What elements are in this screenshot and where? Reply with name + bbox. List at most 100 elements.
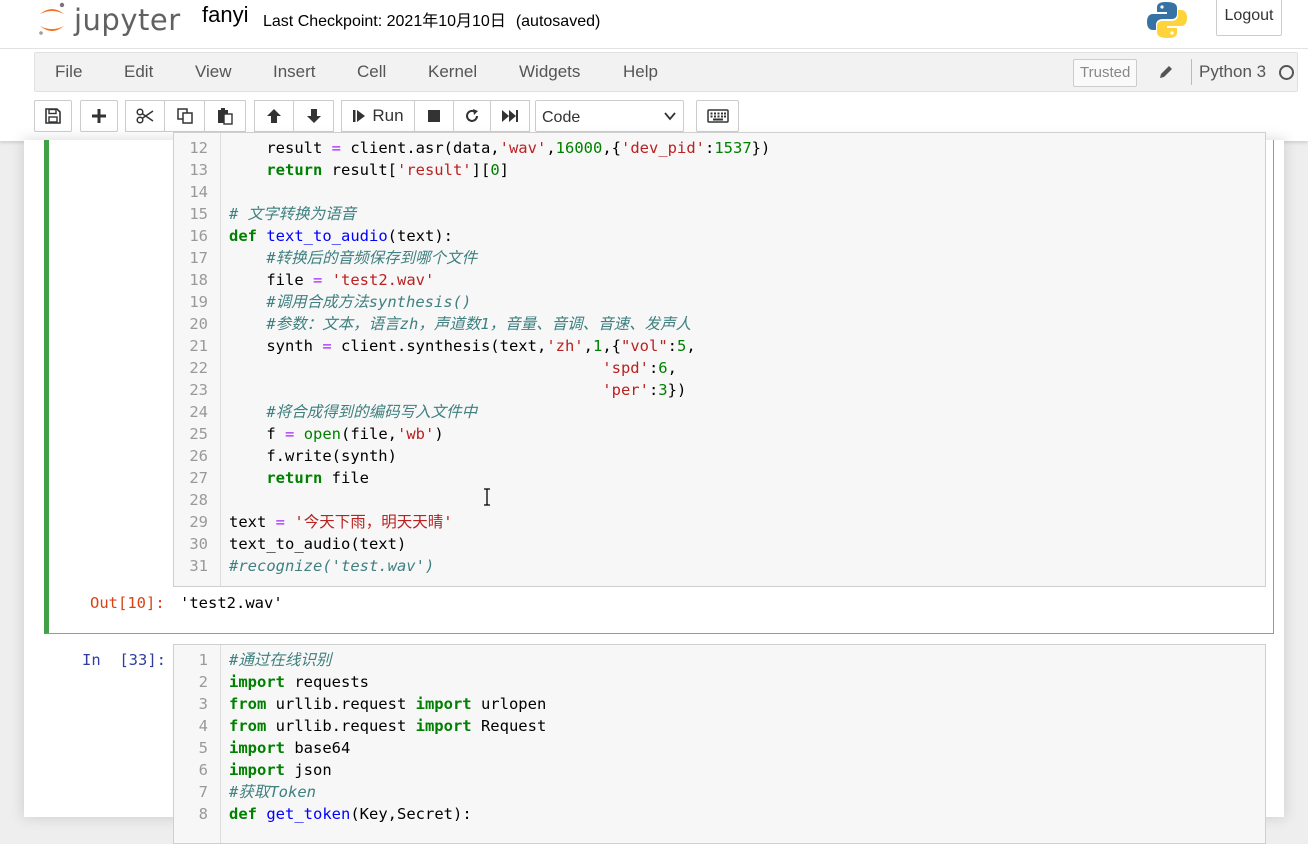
checkpoint-text: Last Checkpoint: 2021年10月10日 <box>263 13 506 30</box>
code-text: import json <box>229 761 332 779</box>
line-number: 6 <box>198 761 208 779</box>
code-text: #通过在线识别 <box>229 651 332 669</box>
paste-button[interactable] <box>204 100 246 132</box>
line-number: 2 <box>198 673 208 691</box>
code-text: f.write(synth) <box>229 447 397 465</box>
line-number: 14 <box>189 183 208 201</box>
autosave-status: (autosaved) <box>515 13 601 30</box>
save-button[interactable] <box>34 100 72 132</box>
menu-help[interactable]: Help <box>623 53 658 91</box>
plus-icon <box>92 109 106 123</box>
move-up-button[interactable] <box>254 100 294 132</box>
line-number: 23 <box>189 381 208 399</box>
jupyter-logo-text: jupyter <box>74 3 181 37</box>
output-text: 'test2.wav' <box>180 594 283 612</box>
code-text: synth = client.synthesis(text,'zh',1,{"v… <box>229 337 696 355</box>
code-text: #参数：文本，语言zh，声道数1，音量、音调、音速、发声人 <box>266 315 692 333</box>
line-number: 21 <box>189 337 208 355</box>
line-number: 26 <box>189 447 208 465</box>
code-text: #转换后的音频保存到哪个文件 <box>266 249 478 267</box>
code-editor-cell-10[interactable]: 12 result = client.asr(data,'wav',16000,… <box>173 132 1266 587</box>
line-number: 8 <box>198 805 208 823</box>
notebook-name[interactable]: fanyi <box>202 2 248 28</box>
paste-icon <box>218 108 233 125</box>
code-text: #获取Token <box>229 783 316 801</box>
arrow-down-icon <box>306 109 321 123</box>
code-text: 'per':3}) <box>602 381 687 399</box>
menu-widgets[interactable]: Widgets <box>519 53 580 91</box>
line-number: 13 <box>189 161 208 179</box>
restart-icon <box>466 109 478 122</box>
code-text: result = client.asr(data,'wav',16000,{'d… <box>229 139 771 157</box>
output-prompt: Out[10]: <box>90 594 165 612</box>
menu-kernel[interactable]: Kernel <box>428 53 477 91</box>
line-number: 7 <box>198 783 208 801</box>
logout-button[interactable]: Logout <box>1216 0 1282 36</box>
line-number: 12 <box>189 139 208 157</box>
fast-forward-icon <box>502 110 518 122</box>
code-text: 'spd':6, <box>602 359 677 377</box>
save-icon <box>45 108 61 124</box>
jupyter-logo[interactable]: jupyter <box>36 0 181 40</box>
code-text: from urllib.request import urlopen <box>229 695 547 713</box>
menubar: File Edit View Insert Cell Kernel Widget… <box>34 52 1298 92</box>
menu-file[interactable]: File <box>55 53 82 91</box>
stop-icon <box>428 110 440 122</box>
chevron-down-icon <box>664 112 676 121</box>
copy-button[interactable] <box>164 100 205 132</box>
kernel-separator <box>1191 59 1192 85</box>
line-number: 22 <box>189 359 208 377</box>
arrow-up-icon <box>267 109 281 123</box>
restart-button[interactable] <box>453 100 491 132</box>
move-down-button[interactable] <box>293 100 334 132</box>
line-number: 24 <box>189 403 208 421</box>
line-number: 29 <box>189 513 208 531</box>
python-logo-icon <box>1147 2 1187 38</box>
run-label: Run <box>372 106 404 125</box>
code-text: # 文字转换为语音 <box>229 205 357 223</box>
cell-type-select[interactable]: Code <box>535 100 684 132</box>
keyboard-icon <box>706 109 729 123</box>
restart-run-all-button[interactable] <box>490 100 530 132</box>
cut-icon <box>136 108 154 124</box>
code-text: #将合成得到的编码写入文件中 <box>266 403 478 421</box>
line-number: 4 <box>198 717 208 735</box>
menu-edit[interactable]: Edit <box>124 53 153 91</box>
menu-insert[interactable]: Insert <box>273 53 316 91</box>
code-editor-cell-33[interactable]: 1 #通过在线识别 2 import requests 3 from urllib.req… <box>173 644 1266 844</box>
header: jupyter fanyi Last Checkpoint: 2021年10月1… <box>0 0 1308 48</box>
line-number: 27 <box>189 469 208 487</box>
code-text: file = 'test2.wav' <box>229 271 435 289</box>
cell-type-value: Code <box>542 109 581 126</box>
line-number: 19 <box>189 293 208 311</box>
menu-cell[interactable]: Cell <box>357 53 386 91</box>
menu-view[interactable]: View <box>195 53 232 91</box>
line-number: 25 <box>189 425 208 443</box>
copy-icon <box>176 108 193 124</box>
kernel-name[interactable]: Python 3 <box>1199 53 1266 91</box>
code-text: f = open(file,'wb') <box>229 425 444 443</box>
code-text: def get_token(Key,Secret): <box>229 805 472 823</box>
line-number: 18 <box>189 271 208 289</box>
interrupt-button[interactable] <box>414 100 454 132</box>
cut-button[interactable] <box>125 100 165 132</box>
line-number: 5 <box>198 739 208 757</box>
trusted-indicator[interactable]: Trusted <box>1073 59 1138 87</box>
pencil-icon[interactable] <box>1157 63 1175 81</box>
command-palette-button[interactable] <box>696 100 739 132</box>
kernel-idle-icon <box>1279 65 1294 80</box>
code-text: return file <box>266 469 369 487</box>
line-number: 31 <box>189 557 208 575</box>
insert-cell-button[interactable] <box>80 100 118 132</box>
line-number: 20 <box>189 315 208 333</box>
line-number: 17 <box>189 249 208 267</box>
checkpoint-status: Last Checkpoint: 2021年10月10日 (autosaved) <box>263 7 600 31</box>
jupyter-logo-icon <box>39 2 65 35</box>
code-text: import requests <box>229 673 369 691</box>
line-number: 30 <box>189 535 208 553</box>
run-button[interactable]: Run <box>341 100 415 132</box>
code-text: from urllib.request import Request <box>229 717 547 735</box>
line-number: 28 <box>189 491 208 509</box>
line-number: 16 <box>189 227 208 245</box>
code-text: #recognize('test.wav') <box>229 557 435 575</box>
